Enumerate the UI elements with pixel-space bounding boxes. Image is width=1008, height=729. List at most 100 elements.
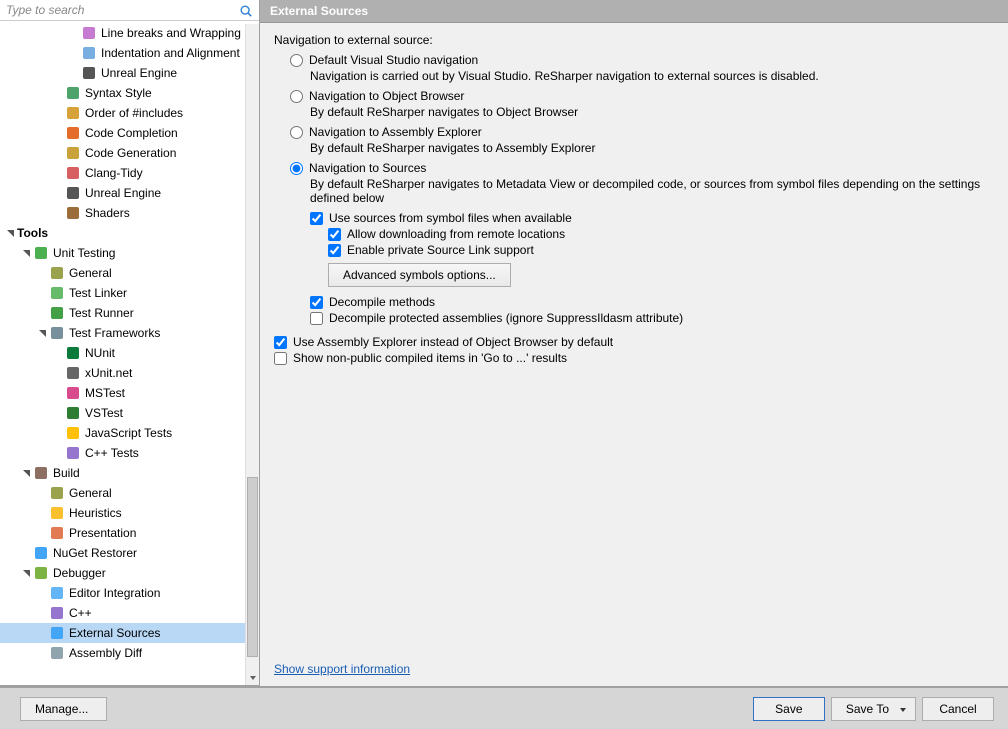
expander-icon [36,647,48,659]
tree-item-label: Code Generation [85,146,176,160]
expander-icon[interactable] [4,227,16,239]
checkbox[interactable] [310,312,323,325]
decompile-protected-checkbox[interactable]: Decompile protected assemblies (ignore S… [310,311,994,325]
expander-icon[interactable] [20,247,32,259]
search-input[interactable] [0,0,259,20]
radio[interactable] [290,162,303,175]
expander-icon [52,187,64,199]
sidebar-scrollbar[interactable] [245,24,259,685]
radio-desc: Navigation is carried out by Visual Stud… [310,69,994,83]
tree-item[interactable]: Unreal Engine [0,183,259,203]
checkbox[interactable] [328,228,341,241]
tree-item[interactable]: VSTest [0,403,259,423]
checkbox[interactable] [274,336,287,349]
tree-item-icon [49,605,65,621]
button-label: Cancel [939,702,976,716]
tree-item[interactable]: General [0,263,259,283]
radio[interactable] [290,90,303,103]
expander-icon[interactable] [20,567,32,579]
tree-item[interactable]: Code Generation [0,143,259,163]
tree-item[interactable]: General [0,483,259,503]
tree-item[interactable]: NUnit [0,343,259,363]
use-assembly-explorer-checkbox[interactable]: Use Assembly Explorer instead of Object … [274,335,994,349]
tree-item-label: Code Completion [85,126,178,140]
private-sourcelink-checkbox[interactable]: Enable private Source Link support [328,243,994,257]
tree-item[interactable]: Assembly Diff [0,643,259,663]
tree-item-label: Unreal Engine [85,186,161,200]
tree[interactable]: Line breaks and WrappingIndentation and … [0,20,259,685]
allow-remote-checkbox[interactable]: Allow downloading from remote locations [328,227,994,241]
expander-icon [52,87,64,99]
expander-icon [52,147,64,159]
tree-item-icon [33,465,49,481]
tree-item[interactable]: Order of #includes [0,103,259,123]
expander-icon [36,587,48,599]
tree-item[interactable]: Editor Integration [0,583,259,603]
tree-item-icon [49,645,65,661]
tree-item[interactable]: Indentation and Alignment [0,43,259,63]
tree-item[interactable]: Syntax Style [0,83,259,103]
checkbox[interactable] [310,296,323,309]
tree-item-label: Test Runner [69,306,134,320]
tree-item[interactable]: Test Runner [0,303,259,323]
checkbox[interactable] [328,244,341,257]
tree-item[interactable]: Unreal Engine [0,63,259,83]
tree-item[interactable]: C++ Tests [0,443,259,463]
save-button[interactable]: Save [753,697,825,721]
tree-item-icon [49,265,65,281]
tree-item[interactable]: External Sources [0,623,259,643]
tree-item-icon [49,585,65,601]
tree-item[interactable]: Unit Testing [0,243,259,263]
radio[interactable] [290,54,303,67]
use-symbol-files-checkbox[interactable]: Use sources from symbol files when avail… [310,211,994,225]
cancel-button[interactable]: Cancel [922,697,994,721]
checkbox[interactable] [310,212,323,225]
manage-button[interactable]: Manage... [20,697,107,721]
tree-item[interactable]: Test Linker [0,283,259,303]
tree-item[interactable]: Debugger [0,563,259,583]
button-label: Save [775,702,802,716]
tree-item[interactable]: Tools [0,223,259,243]
tree-item[interactable]: xUnit.net [0,363,259,383]
show-nonpublic-checkbox[interactable]: Show non-public compiled items in 'Go to… [274,351,994,365]
tree-item[interactable]: Code Completion [0,123,259,143]
radio-label: Navigation to Assembly Explorer [309,125,482,139]
search-icon[interactable] [237,2,255,20]
support-link[interactable]: Show support information [274,662,410,676]
tree-item-label: Unreal Engine [101,66,177,80]
tree-item-icon [33,545,49,561]
tree-item-icon [65,205,81,221]
save-to-button[interactable]: Save To [831,697,916,721]
tree-item[interactable]: Build [0,463,259,483]
tree-item-label: Editor Integration [69,586,160,600]
tree-item-icon [65,365,81,381]
tree-item[interactable]: Test Frameworks [0,323,259,343]
tree-item[interactable]: Heuristics [0,503,259,523]
scrollbar-thumb[interactable] [247,477,258,657]
tree-item[interactable]: Shaders [0,203,259,223]
tree-item-icon [49,325,65,341]
decompile-methods-checkbox[interactable]: Decompile methods [310,295,994,309]
scrollbar-down-icon[interactable] [246,671,259,685]
tree-item[interactable]: JavaScript Tests [0,423,259,443]
tree-item[interactable]: C++ [0,603,259,623]
tree-item[interactable]: NuGet Restorer [0,543,259,563]
tree-item[interactable]: Presentation [0,523,259,543]
tree-item-label: Clang-Tidy [85,166,143,180]
radio-desc: By default ReSharper navigates to Metada… [310,177,994,205]
expander-icon[interactable] [20,467,32,479]
tree-item[interactable]: MSTest [0,383,259,403]
tree-item[interactable]: Line breaks and Wrapping [0,23,259,43]
nav-radio-1[interactable]: Navigation to Object Browser [290,89,994,103]
advanced-symbols-button[interactable]: Advanced symbols options... [328,263,511,287]
tree-item[interactable]: Clang-Tidy [0,163,259,183]
checkbox[interactable] [274,352,287,365]
radio[interactable] [290,126,303,139]
tree-item-label: Heuristics [69,506,122,520]
expander-icon[interactable] [36,327,48,339]
expander-icon [36,527,48,539]
nav-radio-2[interactable]: Navigation to Assembly Explorer [290,125,994,139]
radio-desc: By default ReSharper navigates to Assemb… [310,141,994,155]
nav-radio-0[interactable]: Default Visual Studio navigation [290,53,994,67]
nav-radio-3[interactable]: Navigation to Sources [290,161,994,175]
